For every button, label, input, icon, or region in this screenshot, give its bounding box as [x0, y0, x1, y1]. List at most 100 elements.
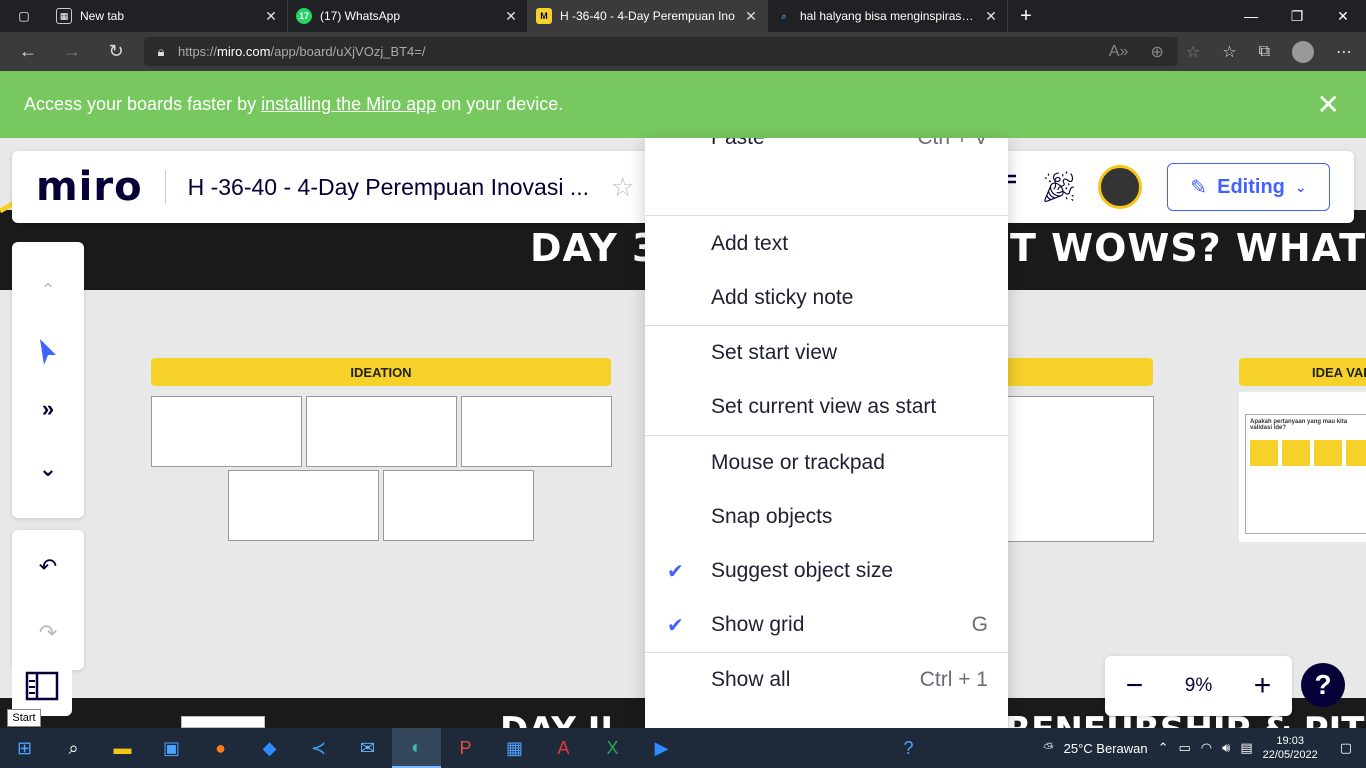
- url-input[interactable]: 🔒︎ https://miro.com/app/board/uXjVOzj_BT…: [144, 37, 1178, 66]
- url-host: miro.com: [217, 44, 271, 59]
- profile-avatar[interactable]: [1292, 40, 1314, 63]
- forward-button[interactable]: →: [50, 32, 94, 71]
- section-label-bar[interactable]: [1000, 358, 1153, 386]
- collections-icon[interactable]: ⧉: [1259, 43, 1270, 61]
- menu-item-add-text[interactable]: Add text: [645, 217, 1008, 271]
- refresh-button[interactable]: ↻: [94, 32, 138, 71]
- help-icon[interactable]: ?: [1301, 663, 1345, 707]
- vscode-icon[interactable]: ≺: [294, 728, 343, 768]
- chevron-up-icon[interactable]: ⌃: [1158, 740, 1169, 756]
- ideation-card[interactable]: [151, 396, 302, 467]
- restore-button[interactable]: ❐: [1274, 0, 1320, 32]
- tab-actions-icon[interactable]: ▢: [0, 0, 48, 32]
- select-cursor-icon[interactable]: [12, 334, 84, 370]
- help-taskbar-icon[interactable]: ?: [884, 728, 933, 768]
- add-favorite-icon[interactable]: ☆: [1186, 42, 1200, 62]
- tab-title: hal halyang bisa menginspirasi fo: [800, 9, 975, 23]
- browser-tab-search[interactable]: ⌕ hal halyang bisa menginspirasi fo ✕: [768, 0, 1008, 32]
- windows-start-icon[interactable]: ⊞: [0, 728, 49, 768]
- undo-icon[interactable]: ↶: [12, 552, 84, 582]
- powerpoint-icon[interactable]: P: [441, 728, 490, 768]
- star-icon[interactable]: ☆: [611, 172, 634, 203]
- zoom-in-icon[interactable]: +: [1254, 669, 1272, 703]
- back-button[interactable]: ←: [6, 32, 50, 71]
- volume-icon[interactable]: 🔊︎: [1222, 740, 1230, 756]
- menu-item-set-current-view-as-start[interactable]: Set current view as start: [645, 380, 1008, 434]
- zoom-level[interactable]: 9%: [1185, 675, 1212, 697]
- ideation-label[interactable]: IDEATION: [151, 358, 611, 386]
- editing-mode-button[interactable]: ✎ Editing ⌄: [1167, 163, 1330, 211]
- frames-panel-button[interactable]: [12, 656, 72, 716]
- sticky-note[interactable]: [1314, 440, 1342, 466]
- wifi-icon[interactable]: ◠: [1201, 740, 1212, 756]
- ideation-card[interactable]: [461, 396, 612, 467]
- frames-icon: [25, 671, 59, 701]
- sticky-note[interactable]: [1282, 440, 1310, 466]
- sticky-note[interactable]: [1250, 440, 1278, 466]
- browser-tab-miro[interactable]: M H -36-40 - 4-Day Perempuan Ino ✕: [528, 0, 768, 32]
- excel-icon[interactable]: X: [588, 728, 637, 768]
- tab-title: New tab: [80, 9, 125, 23]
- firefox-icon[interactable]: ●: [196, 728, 245, 768]
- menu-item-mouse-or-trackpad[interactable]: Mouse or trackpad: [645, 436, 1008, 490]
- user-avatar[interactable]: [1098, 165, 1143, 209]
- menu-item-show-grid[interactable]: ✔ Show grid G: [645, 598, 1008, 652]
- close-icon[interactable]: ✕: [743, 8, 759, 25]
- ideation-card[interactable]: [228, 470, 379, 541]
- zoom-out-icon[interactable]: −: [1126, 669, 1144, 703]
- idea-val-label[interactable]: IDEA VAL: [1239, 358, 1366, 386]
- pencil-icon: ✎: [1190, 176, 1208, 199]
- miro-logo[interactable]: miro: [36, 164, 143, 210]
- clock-time: 19:03: [1276, 735, 1304, 747]
- dropbox-icon[interactable]: ◆: [245, 728, 294, 768]
- celebrate-icon[interactable]: 🎉︎: [1040, 170, 1078, 205]
- file-explorer-icon[interactable]: ▬: [98, 728, 147, 768]
- menu-item-suggest-object-size[interactable]: ✔ Suggest object size: [645, 544, 1008, 598]
- ideation-card[interactable]: [306, 396, 457, 467]
- sticky-note[interactable]: [1346, 440, 1366, 466]
- close-icon[interactable]: ✕: [263, 8, 279, 25]
- browser-tab-whatsapp[interactable]: 17 (17) WhatsApp ✕: [288, 0, 528, 32]
- acrobat-icon[interactable]: A: [539, 728, 588, 768]
- lock-icon: 🔒︎: [157, 43, 165, 59]
- close-window-button[interactable]: ✕: [1320, 0, 1366, 32]
- close-icon[interactable]: ✕: [503, 8, 519, 25]
- mail-icon[interactable]: ✉: [343, 728, 392, 768]
- menu-item-set-start-view[interactable]: Set start view: [645, 326, 1008, 380]
- search-icon[interactable]: ⌕: [49, 728, 98, 768]
- zoom-icon[interactable]: ⊕: [1150, 42, 1163, 62]
- battery-icon[interactable]: ▭: [1179, 740, 1191, 756]
- minimize-button[interactable]: —: [1228, 0, 1274, 32]
- menu-item-snap-objects[interactable]: Snap objects: [645, 490, 1008, 544]
- notification-icon[interactable]: ▢: [1340, 740, 1352, 756]
- clock[interactable]: 19:03 22/05/2022: [1263, 734, 1318, 762]
- read-aloud-icon[interactable]: A»: [1109, 43, 1129, 61]
- more-icon[interactable]: ⋯: [1336, 42, 1352, 62]
- section-card[interactable]: [1000, 396, 1154, 542]
- calendar-icon[interactable]: ▦: [490, 728, 539, 768]
- menu-item-show-all[interactable]: Show all Ctrl + 1: [645, 653, 1008, 707]
- browser-tab-newtab[interactable]: ▦ New tab ✕: [48, 0, 288, 32]
- collapse-up-icon[interactable]: ⌃: [12, 276, 84, 304]
- expand-down-icon[interactable]: ⌄: [12, 454, 84, 484]
- store-icon[interactable]: ▣: [147, 728, 196, 768]
- close-banner-icon[interactable]: ✕: [1317, 88, 1340, 121]
- idea-val-frame[interactable]: Apakah pertanyaan yang mau kita validasi…: [1239, 392, 1366, 542]
- board-title[interactable]: H -36-40 - 4-Day Perempuan Inovasi ...: [188, 174, 589, 201]
- new-tab-button[interactable]: +: [1008, 0, 1044, 32]
- weather-text[interactable]: 25°C Berawan: [1064, 741, 1148, 756]
- close-icon[interactable]: ✕: [983, 8, 999, 25]
- day-footer-left: DAY II: [500, 710, 613, 728]
- install-app-link[interactable]: installing the Miro app: [261, 94, 436, 115]
- zoom-app-icon[interactable]: ▶: [637, 728, 686, 768]
- language-icon[interactable]: ▤: [1240, 740, 1252, 756]
- address-bar-row: ← → ↻ 🔒︎ https://miro.com/app/board/uXjV…: [0, 32, 1366, 71]
- redo-icon[interactable]: ↷: [12, 618, 84, 648]
- edge-icon[interactable]: ◐: [392, 728, 441, 768]
- menu-item-paste[interactable]: Paste: [711, 138, 765, 150]
- ideation-card[interactable]: [383, 470, 534, 541]
- more-tools-icon[interactable]: »: [12, 394, 84, 424]
- menu-item-add-sticky-note[interactable]: Add sticky note: [645, 271, 1008, 325]
- minimap-indicator[interactable]: [181, 716, 265, 728]
- favorites-icon[interactable]: ☆: [1222, 42, 1236, 62]
